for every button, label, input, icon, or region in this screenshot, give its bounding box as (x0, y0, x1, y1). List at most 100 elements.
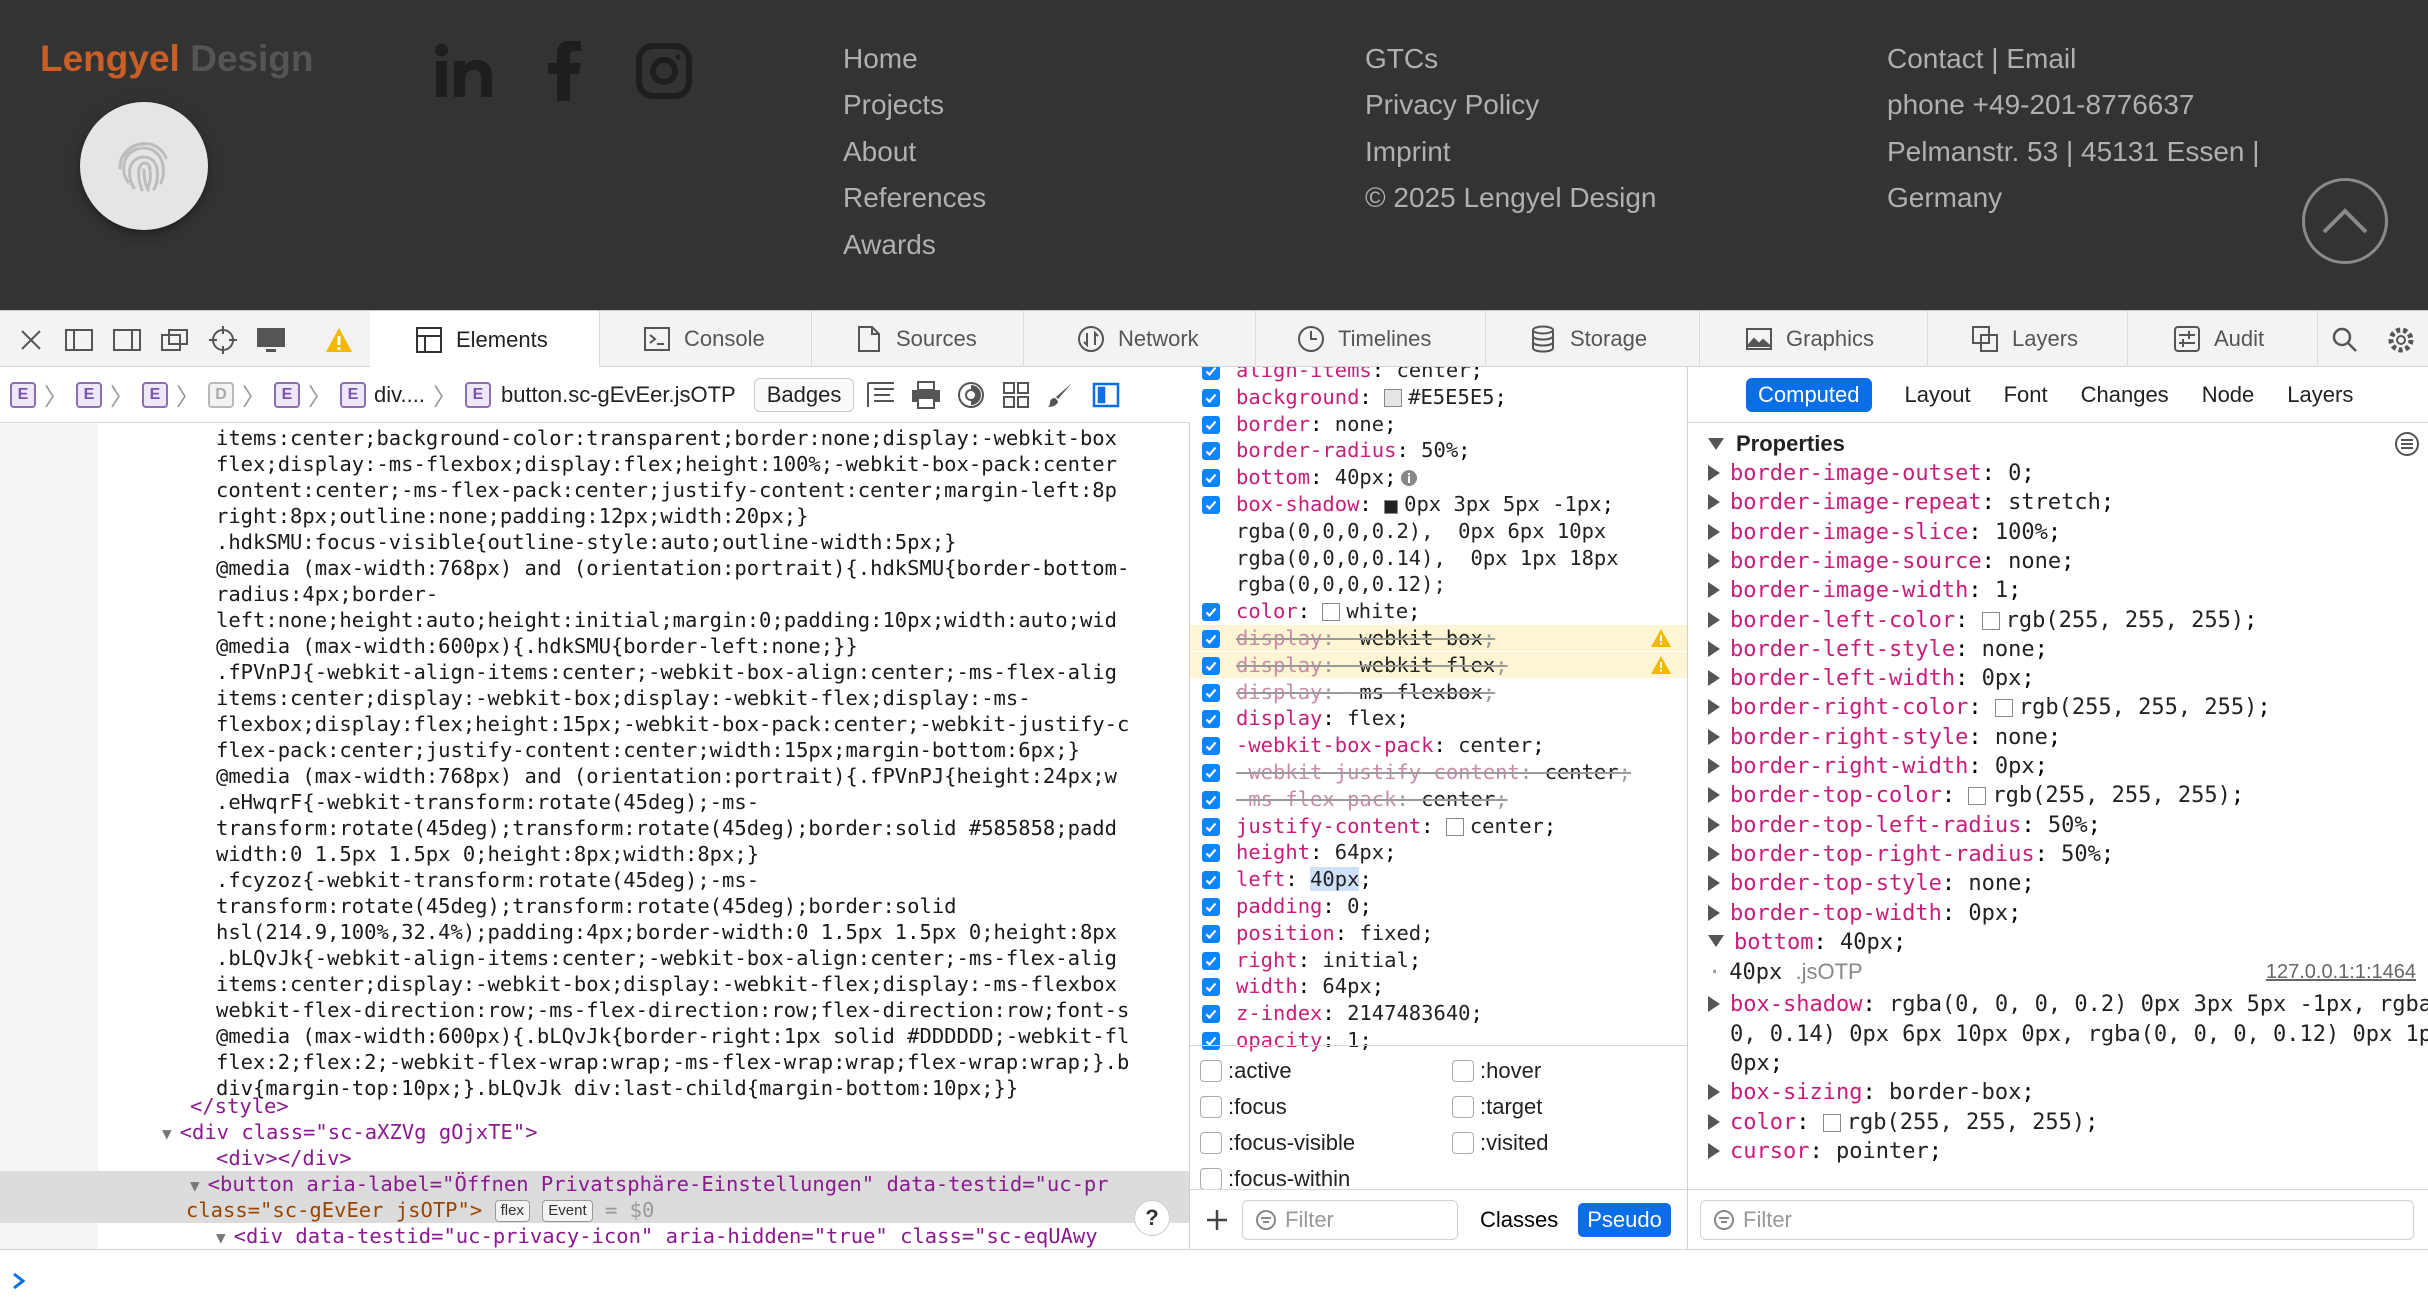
paintbrush-icon[interactable] (1043, 377, 1079, 413)
property-name[interactable]: align-items (1236, 367, 1372, 382)
tab-storage[interactable]: Storage (1486, 311, 1700, 367)
property-name[interactable]: -ms-flex-pack (1236, 787, 1396, 811)
disclosure-triangle-icon[interactable] (1708, 465, 1720, 481)
disclosure-triangle-icon[interactable] (1708, 523, 1720, 540)
tab-changes[interactable]: Changes (2081, 382, 2169, 408)
enable-checkbox[interactable] (1202, 1005, 1220, 1024)
disclosure-triangle-icon[interactable] (1708, 728, 1720, 745)
style-declaration[interactable]: bottom: 40px; (1190, 464, 1687, 490)
warning-icon[interactable] (1650, 628, 1672, 654)
style-declaration[interactable]: -ms-flex-pack: center; (1190, 786, 1687, 812)
computed-property[interactable]: border-image-source: none; (1708, 547, 2428, 577)
property-value[interactable]: 64px (1322, 974, 1371, 998)
checkbox[interactable] (1200, 1168, 1222, 1190)
enable-checkbox[interactable] (1202, 656, 1220, 675)
computed-property[interactable]: border-top-width: 0px; (1708, 899, 2428, 929)
color-swatch[interactable] (1994, 699, 2013, 718)
style-declaration-continuation[interactable]: rgba(0,0,0,0.12); (1190, 571, 1687, 597)
property-name[interactable]: border (1236, 412, 1310, 436)
computed-property[interactable]: color: rgb(255, 255, 255); (1708, 1108, 2428, 1138)
style-declaration[interactable]: box-shadow: 0px 3px 5px -1px; (1190, 491, 1687, 517)
computed-property-expanded[interactable]: bottom: 40px; (1708, 928, 2428, 958)
property-name[interactable]: display (1236, 653, 1322, 677)
property-name[interactable]: -webkit-box-pack (1236, 733, 1433, 757)
add-rule-icon[interactable] (1202, 1208, 1232, 1232)
sidebar-toggle-icon[interactable] (1088, 377, 1124, 413)
disclosure-triangle-icon[interactable] (1708, 816, 1720, 833)
color-swatch[interactable] (1981, 611, 2000, 630)
crosshair-icon[interactable] (208, 325, 238, 355)
dock-right-icon[interactable] (112, 325, 142, 355)
style-declaration[interactable]: left: 40px; (1190, 866, 1687, 892)
nav-link[interactable]: Privacy Policy (1365, 82, 1657, 128)
enable-checkbox[interactable] (1202, 898, 1220, 916)
property-value[interactable]: center (1545, 760, 1619, 784)
tab-layers[interactable]: Layers (1928, 311, 2128, 367)
property-value[interactable]: 0 (1347, 894, 1359, 918)
computed-property[interactable]: border-top-left-radius: 50%; (1708, 811, 2428, 841)
property-name[interactable]: display (1236, 626, 1322, 650)
enable-checkbox[interactable] (1202, 710, 1220, 729)
nav-link[interactable]: Imprint (1365, 129, 1657, 175)
style-declaration[interactable]: width: 64px; (1190, 973, 1687, 999)
tab-font[interactable]: Font (2004, 382, 2048, 408)
privacy-settings-button[interactable] (80, 102, 208, 230)
checkbox[interactable] (1452, 1132, 1474, 1154)
property-name[interactable]: left (1236, 867, 1285, 891)
style-declaration[interactable]: display: -webkit-box; (1190, 625, 1687, 654)
style-declaration[interactable]: right: initial; (1190, 947, 1687, 973)
computed-property[interactable]: cursor: pointer; (1708, 1137, 2428, 1167)
style-declaration[interactable]: color: white; (1190, 598, 1687, 624)
computed-filter-input[interactable]: Filter (1700, 1200, 2414, 1240)
nav-link[interactable]: Home (843, 36, 986, 82)
checkbox[interactable] (1200, 1060, 1222, 1082)
tab-timelines[interactable]: Timelines (1256, 311, 1486, 367)
property-name[interactable]: background (1236, 385, 1359, 409)
enable-checkbox[interactable] (1202, 978, 1220, 997)
disclosure-triangle-icon[interactable] (1708, 787, 1720, 804)
pseudo-button[interactable]: Pseudo (1578, 1202, 1671, 1237)
instagram-icon[interactable] (632, 42, 696, 100)
computed-property[interactable]: border-image-width: 1; (1708, 576, 2428, 606)
color-swatch[interactable] (1384, 388, 1403, 407)
style-declaration[interactable]: -webkit-justify-content: center; (1190, 759, 1687, 785)
color-swatch[interactable] (1322, 603, 1341, 622)
disclosure-triangle-icon[interactable] (1708, 699, 1720, 716)
warning-icon[interactable] (324, 325, 354, 355)
computed-property[interactable]: box-sizing: border-box; (1708, 1078, 2428, 1108)
breadcrumb-item-button[interactable]: button.sc-gEvEer.jsOTP (501, 382, 736, 408)
pseudo-visited[interactable]: :visited (1452, 1130, 1548, 1156)
checkbox[interactable] (1452, 1096, 1474, 1118)
style-declaration-continuation[interactable]: rgba(0,0,0,0.14), 0px 1px 18px (1190, 545, 1687, 571)
property-value[interactable]: 0px 3px 5px -1px (1404, 492, 1601, 516)
style-declaration[interactable]: padding: 0; (1190, 893, 1687, 919)
disclosure-triangle-icon[interactable] (1708, 875, 1720, 892)
tab-elements[interactable]: Elements (370, 311, 600, 368)
property-name[interactable]: padding (1236, 894, 1322, 918)
computed-property[interactable]: border-image-slice: 100%; (1708, 518, 2428, 548)
layout-icon[interactable] (863, 377, 899, 413)
undock-icon[interactable] (160, 325, 190, 355)
breadcrumb-element-badge[interactable]: E (142, 381, 168, 408)
property-name[interactable]: bottom (1236, 465, 1310, 489)
dom-node-div[interactable]: ▼ <div class="sc-aXZVg gOjxTE"> (162, 1119, 538, 1147)
property-value[interactable]: flex (1347, 706, 1396, 730)
flex-badge[interactable]: flex (494, 1200, 530, 1222)
tab-computed[interactable]: Computed (1746, 377, 1872, 412)
nav-link[interactable]: Awards (843, 222, 986, 268)
tab-audit[interactable]: Audit (2128, 311, 2318, 367)
property-value[interactable]: center (1396, 367, 1470, 382)
list-icon[interactable] (2394, 431, 2420, 462)
computed-property[interactable]: border-left-color: rgb(255, 255, 255); (1708, 606, 2428, 636)
dom-node-button-selected[interactable]: ▼ <button aria-label="Öffnen Privatsphäre… (0, 1171, 1189, 1223)
style-declaration[interactable]: justify-content: center; (1190, 813, 1687, 839)
event-badge[interactable]: Event (542, 1200, 593, 1222)
dom-node-style-close[interactable]: </style> (190, 1093, 289, 1119)
checkbox[interactable] (1200, 1096, 1222, 1118)
style-declaration[interactable]: display: -webkit-flex; (1190, 651, 1687, 678)
enable-checkbox[interactable] (1202, 683, 1220, 702)
style-declaration[interactable]: border-radius: 50%; (1190, 437, 1687, 463)
computed-property[interactable]: border-top-style: none; (1708, 869, 2428, 899)
appearance-icon[interactable] (953, 377, 989, 413)
disclosure-triangle-icon[interactable] (1708, 934, 1724, 947)
